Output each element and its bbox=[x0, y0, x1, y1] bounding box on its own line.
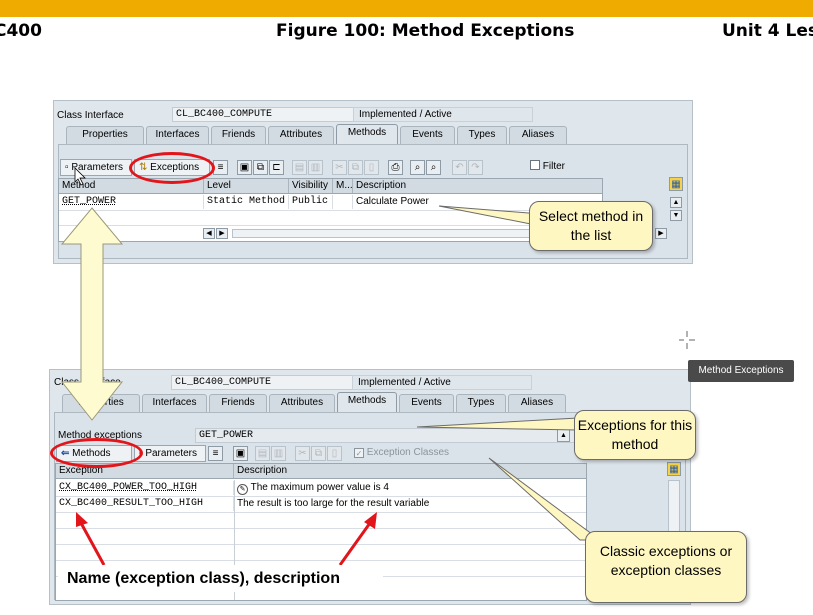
crosshair-icon bbox=[679, 331, 695, 349]
annotation-overlay bbox=[60, 167, 695, 566]
red-arrow-head bbox=[76, 512, 88, 527]
red-arrow bbox=[79, 522, 106, 566]
callout-pointer bbox=[416, 417, 579, 431]
callout-select-method: Select method in the list bbox=[529, 201, 653, 251]
name-description-caption: Name (exception class), description bbox=[58, 565, 383, 592]
callout-classic-exceptions: Classic exceptions or exception classes bbox=[585, 531, 747, 603]
red-arrow bbox=[338, 522, 372, 566]
callout-exceptions-for-method: Exceptions for this method bbox=[574, 410, 696, 460]
methods-highlight-ring bbox=[50, 438, 143, 468]
callout-pointer bbox=[488, 457, 602, 541]
double-arrow bbox=[60, 207, 124, 421]
tooltip-method-exceptions: Method Exceptions bbox=[688, 360, 794, 382]
mouse-pointer-icon bbox=[74, 167, 86, 186]
exceptions-highlight-ring bbox=[129, 152, 215, 184]
callout-pointer bbox=[438, 205, 542, 227]
